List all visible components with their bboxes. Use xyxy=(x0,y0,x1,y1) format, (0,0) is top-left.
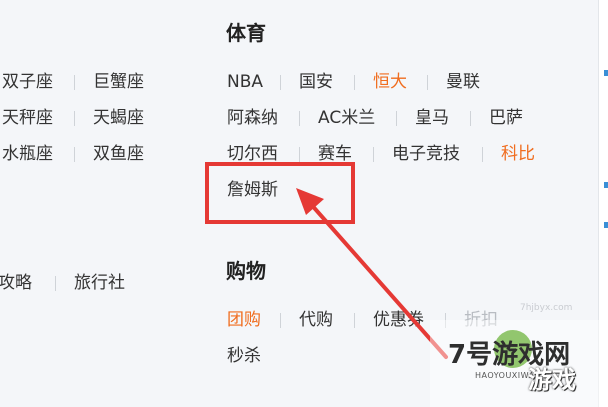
link-barcelona[interactable]: 巴萨 xyxy=(489,108,523,128)
separator xyxy=(55,276,56,291)
link-scorpio[interactable]: 天蝎座 xyxy=(93,108,144,128)
link-group-buy[interactable]: 团购 xyxy=(227,310,261,330)
separator xyxy=(299,147,300,162)
separator xyxy=(74,147,75,162)
separator xyxy=(427,75,428,90)
link-gemini[interactable]: 双子座 xyxy=(2,72,53,92)
separator xyxy=(354,313,355,328)
link-pisces[interactable]: 双鱼座 xyxy=(93,144,144,164)
strip-marker xyxy=(604,182,608,188)
link-coupons[interactable]: 优惠券 xyxy=(373,310,424,330)
separator xyxy=(482,147,483,162)
strip-marker xyxy=(604,222,608,228)
link-proxy-buy[interactable]: 代购 xyxy=(299,310,333,330)
link-cancer[interactable]: 巨蟹座 xyxy=(93,72,144,92)
link-chelsea[interactable]: 切尔西 xyxy=(227,144,278,164)
annotation-highlight-box xyxy=(205,162,355,224)
strip-marker xyxy=(604,70,608,76)
separator xyxy=(299,111,300,126)
separator xyxy=(280,313,281,328)
separator xyxy=(470,111,471,126)
shopping-heading: 购物 xyxy=(226,259,266,283)
link-evergrande[interactable]: 恒大 xyxy=(373,72,407,92)
link-real-madrid[interactable]: 皇马 xyxy=(415,108,449,128)
separator xyxy=(373,147,374,162)
link-nba[interactable]: NBA xyxy=(227,72,263,92)
link-flash-sale[interactable]: 秒杀 xyxy=(227,346,261,366)
link-racing[interactable]: 赛车 xyxy=(318,144,352,164)
link-arsenal[interactable]: 阿森纳 xyxy=(227,108,278,128)
link-travel-agency[interactable]: 旅行社 xyxy=(74,273,125,293)
link-travel-guide[interactable]: 攻略 xyxy=(0,273,32,293)
link-libra[interactable]: 天秤座 xyxy=(2,108,53,128)
watermark-domain: 7hjbyx.com xyxy=(520,303,573,313)
link-ac-milan[interactable]: AC米兰 xyxy=(318,108,375,128)
separator xyxy=(396,111,397,126)
link-kobe[interactable]: 科比 xyxy=(501,144,535,164)
sports-heading: 体育 xyxy=(226,21,266,45)
link-guoan[interactable]: 国安 xyxy=(299,72,333,92)
separator xyxy=(280,75,281,90)
link-esports[interactable]: 电子竞技 xyxy=(392,144,460,164)
link-man-utd[interactable]: 曼联 xyxy=(446,72,480,92)
separator xyxy=(74,75,75,90)
separator xyxy=(354,75,355,90)
separator xyxy=(74,111,75,126)
watermark-game-text: 游戏 xyxy=(528,366,576,394)
link-aquarius[interactable]: 水瓶座 xyxy=(2,144,53,164)
